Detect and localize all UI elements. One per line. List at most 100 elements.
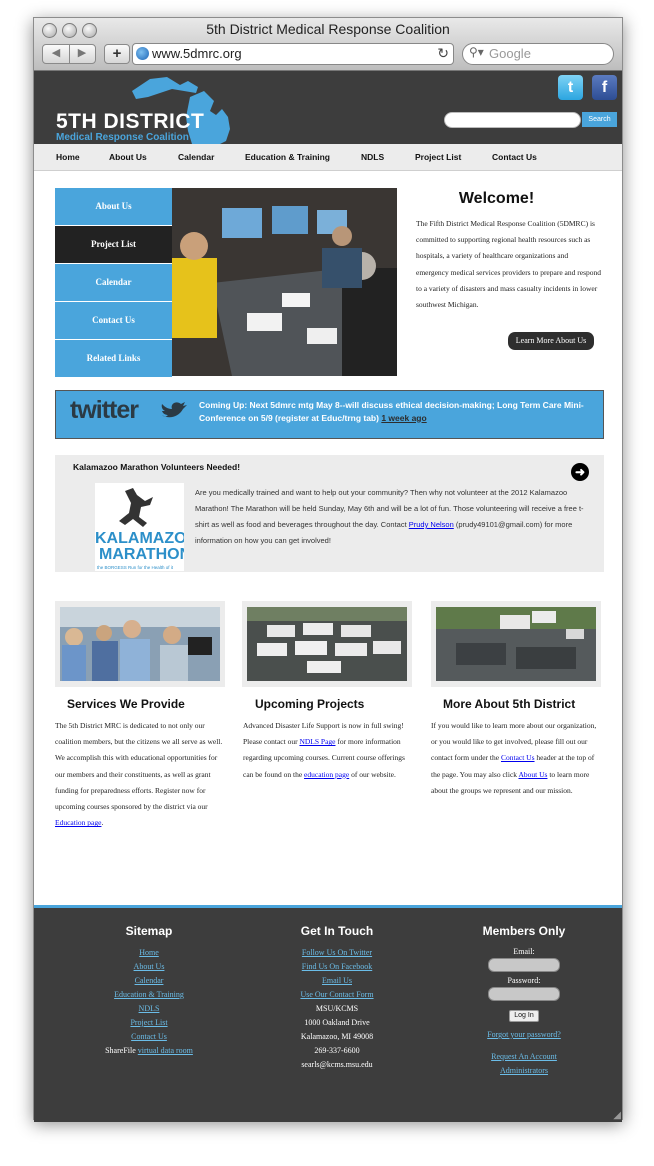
contact-prudy-link[interactable]: Prudy Nelson xyxy=(409,520,454,529)
email-label: Email: xyxy=(513,947,535,956)
sitemap-home-link[interactable]: Home xyxy=(89,946,209,960)
ndls-page-link[interactable]: NDLS Page xyxy=(299,737,335,746)
about-text: If you would like to learn more about ou… xyxy=(431,718,603,799)
site-footer: Sitemap Home About Us Calendar Education… xyxy=(34,905,622,1122)
address-line-2: 1000 Oakland Drive xyxy=(304,1018,370,1027)
marathon-logo-text-3: the BORGESS Run for the Health of it xyxy=(97,565,174,570)
member-email-field[interactable] xyxy=(488,958,560,972)
address-bar[interactable]: www.5dmrc.org ↻ xyxy=(132,43,454,65)
services-text-tail: . xyxy=(101,818,104,828)
footer-sitemap: Sitemap Home About Us Calendar Education… xyxy=(89,908,209,1058)
search-placeholder: Google xyxy=(489,46,531,61)
forward-button[interactable]: ▶ xyxy=(69,45,95,63)
marathon-logo-text-2: MARATHON xyxy=(99,546,184,563)
tweet-time-link[interactable]: 1 week ago xyxy=(381,413,426,423)
login-button[interactable]: Log In xyxy=(509,1010,539,1022)
projects-thumbnail xyxy=(242,601,412,687)
follow-twitter-link[interactable]: Follow Us On Twitter xyxy=(277,946,397,960)
twitter-bird-icon xyxy=(161,402,187,418)
services-text-body: The 5th District MRC is dedicated to not… xyxy=(55,721,223,812)
browser-window: 5th District Medical Response Coalition … xyxy=(33,17,623,1122)
touch-title: Get In Touch xyxy=(300,924,374,938)
member-password-field[interactable] xyxy=(488,987,560,1001)
side-menu-project-list[interactable]: Project List xyxy=(55,226,172,264)
globe-icon xyxy=(136,47,149,60)
nav-about-us[interactable]: About Us xyxy=(109,152,147,162)
side-menu: About Us Project List Calendar Contact U… xyxy=(55,188,172,378)
virtual-data-room-link[interactable]: virtual data room xyxy=(138,1046,193,1055)
phone-number: 269-337-6600 xyxy=(314,1046,360,1055)
about-thumbnail xyxy=(431,601,601,687)
about-us-link[interactable]: About Us xyxy=(519,770,548,779)
members-title: Members Only xyxy=(482,924,566,938)
request-account-link[interactable]: Request An Account xyxy=(464,1050,584,1064)
news-box: Kalamazoo Marathon Volunteers Needed! ➜ … xyxy=(55,455,604,572)
sharefile-line: ShareFile virtual data room xyxy=(89,1044,209,1058)
resize-grip-icon[interactable]: ◢ xyxy=(613,1110,621,1121)
forgot-password-link[interactable]: Forgot your password? xyxy=(464,1028,584,1042)
nav-home[interactable]: Home xyxy=(56,152,80,162)
nav-education-training[interactable]: Education & Training xyxy=(245,152,330,162)
password-label: Password: xyxy=(507,976,541,985)
education-page-link-2[interactable]: education page xyxy=(304,770,349,779)
nav-ndls[interactable]: NDLS xyxy=(361,152,384,162)
meeting-photo xyxy=(172,188,397,376)
footer-get-in-touch: Get In Touch Follow Us On Twitter Find U… xyxy=(277,908,397,1072)
side-menu-related-links[interactable]: Related Links xyxy=(55,340,172,378)
site-logo-subtitle: Medical Response Coalition xyxy=(56,132,189,143)
facebook-icon[interactable]: f xyxy=(592,75,617,100)
twitter-logo[interactable]: twitter xyxy=(70,396,139,425)
news-text: Are you medically trained and want to he… xyxy=(195,485,595,549)
search-icon: ⚲▾ xyxy=(469,45,484,59)
footer-members-only: Members Only Email: Password: Log In For… xyxy=(464,908,584,1078)
sitemap-contact-link[interactable]: Contact Us xyxy=(89,1030,209,1044)
twitter-icon[interactable]: t xyxy=(558,75,583,100)
about-title: More About 5th District xyxy=(443,697,576,711)
back-button[interactable]: ◀ xyxy=(43,45,70,63)
marathon-logo-text-1: KALAMAZOO xyxy=(95,530,184,547)
marathon-logo-image: KALAMAZOO MARATHON the BORGESS Run for t… xyxy=(95,483,184,571)
main-nav: Home About Us Calendar Education & Train… xyxy=(34,144,622,171)
learn-more-button[interactable]: Learn More About Us xyxy=(508,332,594,350)
site-logo-title[interactable]: 5TH DISTRICT xyxy=(56,110,204,134)
sitemap-calendar-link[interactable]: Calendar xyxy=(89,974,209,988)
contact-email: searls@kcms.msu.edu xyxy=(301,1060,373,1069)
nav-calendar[interactable]: Calendar xyxy=(178,152,214,162)
facebook-link[interactable]: Find Us On Facebook xyxy=(277,960,397,974)
contact-form-link[interactable]: Use Our Contact Form xyxy=(277,988,397,1002)
side-menu-calendar[interactable]: Calendar xyxy=(55,264,172,302)
services-photo xyxy=(60,607,220,681)
side-menu-about-us[interactable]: About Us xyxy=(55,188,172,226)
back-forward-buttons: ◀ ▶ xyxy=(42,44,96,64)
projects-text: Advanced Disaster Life Support is now in… xyxy=(243,718,415,783)
nav-project-list[interactable]: Project List xyxy=(415,152,461,162)
address-line-1: MSU/KCMS xyxy=(315,1004,359,1013)
nav-contact-us[interactable]: Contact Us xyxy=(492,152,537,162)
projects-title: Upcoming Projects xyxy=(255,697,365,711)
welcome-text: The Fifth District Medical Response Coal… xyxy=(416,219,601,310)
services-text: The 5th District MRC is dedicated to not… xyxy=(55,718,227,831)
contact-us-link[interactable]: Contact Us xyxy=(501,753,535,762)
side-menu-contact-us[interactable]: Contact Us xyxy=(55,302,172,340)
next-arrow-icon[interactable]: ➜ xyxy=(571,463,589,481)
sitemap-about-link[interactable]: About Us xyxy=(89,960,209,974)
administrators-link[interactable]: Administrators xyxy=(464,1064,584,1078)
window-title: 5th District Medical Response Coalition xyxy=(206,21,450,37)
add-bookmark-button[interactable]: + xyxy=(104,44,130,64)
sitemap-education-link[interactable]: Education & Training xyxy=(89,988,209,1002)
projects-photo xyxy=(247,607,407,681)
reload-button[interactable]: ↻ xyxy=(437,45,449,62)
about-photo xyxy=(436,607,596,681)
education-page-link[interactable]: Education page xyxy=(55,818,101,827)
twitter-feed-bar: twitter Coming Up: Next 5dmrc mtg May 8-… xyxy=(55,390,604,439)
sitemap-title: Sitemap xyxy=(125,924,173,938)
site-header: 5TH DISTRICT Medical Response Coalition … xyxy=(34,71,622,144)
email-us-link[interactable]: Email Us xyxy=(277,974,397,988)
sitemap-ndls-link[interactable]: NDLS xyxy=(89,1002,209,1016)
url-text: www.5dmrc.org xyxy=(152,46,242,61)
sitemap-project-list-link[interactable]: Project List xyxy=(89,1016,209,1030)
services-thumbnail xyxy=(55,601,225,687)
site-search-button[interactable]: Search xyxy=(582,112,617,127)
browser-search-field[interactable]: ⚲▾ Google xyxy=(462,43,614,65)
site-search-input[interactable] xyxy=(444,112,581,128)
